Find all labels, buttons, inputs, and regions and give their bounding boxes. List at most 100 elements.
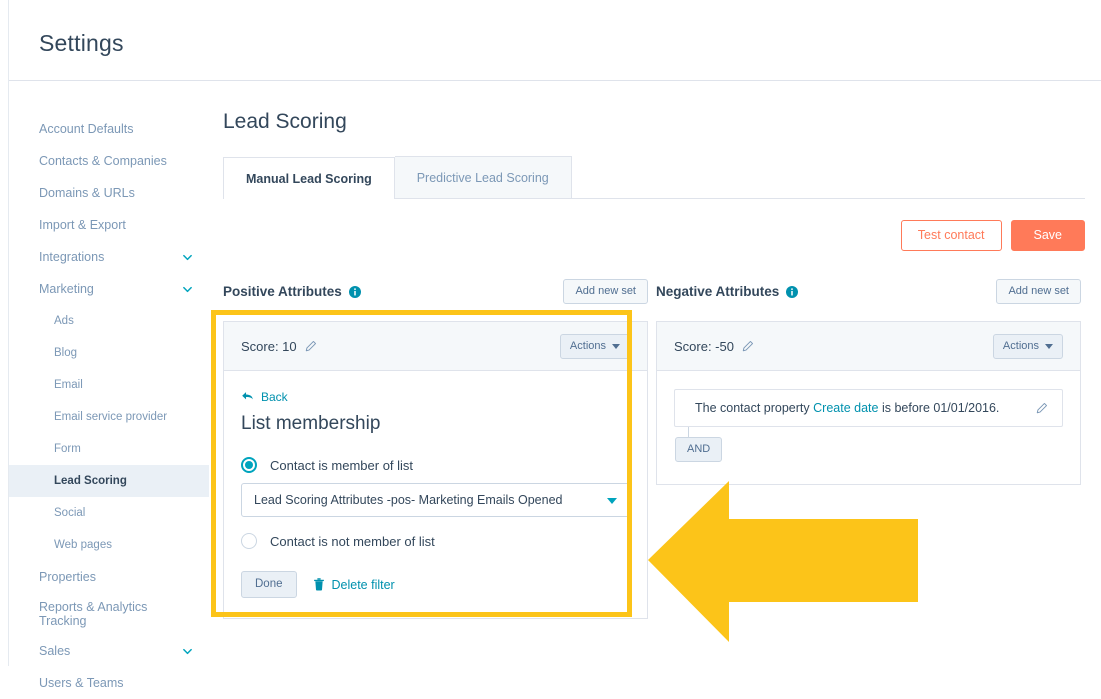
sidebar-item-contacts-companies[interactable]: Contacts & Companies	[9, 145, 209, 177]
chevron-down-icon[interactable]	[182, 284, 193, 295]
sidebar-item-account-defaults[interactable]: Account Defaults	[9, 113, 209, 145]
sidebar-item-label-line2: Tracking	[39, 614, 87, 628]
sidebar-item-label: Email service provider	[54, 411, 168, 423]
sidebar-item-properties[interactable]: Properties	[9, 561, 209, 593]
sidebar-item-label: Marketing	[39, 282, 94, 296]
list-select[interactable]: Lead Scoring Attributes -pos- Marketing …	[241, 483, 630, 517]
tab-bar: Manual Lead Scoring Predictive Lead Scor…	[223, 155, 1085, 199]
sidebar-item-label: Contacts & Companies	[39, 154, 167, 168]
negative-filter-row[interactable]: The contact property Create date is befo…	[674, 389, 1063, 427]
settings-app-frame: Settings Account Defaults Contacts & Comp…	[8, 0, 1101, 690]
test-contact-button[interactable]: Test contact	[900, 220, 1002, 251]
edit-pencil-icon[interactable]	[1035, 402, 1048, 415]
sidebar-item-ads[interactable]: Ads	[9, 305, 209, 337]
sidebar-item-marketing[interactable]: Marketing	[9, 273, 209, 305]
sidebar-item-sales[interactable]: Sales	[9, 635, 209, 667]
radio-selected-icon	[241, 457, 257, 473]
negative-card-body: The contact property Create date is befo…	[657, 371, 1080, 484]
negative-add-new-set-button[interactable]: Add new set	[996, 278, 1081, 304]
sidebar-item-domains-urls[interactable]: Domains & URLs	[9, 177, 209, 209]
sidebar-item-label: Properties	[39, 570, 96, 584]
info-icon[interactable]	[348, 285, 361, 298]
sidebar-item-lead-scoring[interactable]: Lead Scoring	[9, 465, 209, 497]
and-connector: AND	[674, 427, 1063, 462]
back-link-label: Back	[261, 389, 288, 404]
negative-score-label: Score: -50	[674, 338, 734, 354]
back-arrow-icon	[241, 391, 254, 402]
positive-attributes-header: Positive Attributes Add new set	[223, 277, 648, 305]
sidebar-item-label: Social	[54, 507, 86, 519]
sidebar-item-form[interactable]: Form	[9, 433, 209, 465]
radio-unselected-icon	[241, 533, 257, 549]
page-header-title: Settings	[39, 30, 124, 56]
tab-manual-lead-scoring[interactable]: Manual Lead Scoring	[223, 157, 395, 199]
sidebar-item-email[interactable]: Email	[9, 369, 209, 401]
negative-actions-label: Actions	[1002, 339, 1039, 352]
filter-suffix: is before 01/01/2016.	[881, 401, 1000, 415]
settings-sidebar: Account Defaults Contacts & Companies Doma…	[9, 81, 209, 690]
edit-pencil-icon[interactable]	[304, 340, 317, 353]
sidebar-item-label: Domains & URLs	[39, 186, 135, 200]
positive-add-new-set-button[interactable]: Add new set	[563, 278, 648, 304]
radio-member-of-list-label: Contact is member of list	[270, 457, 414, 473]
sidebar-item-label: Account Defaults	[39, 122, 134, 136]
main-content: Lead Scoring Manual Lead Scoring Predict…	[209, 81, 1101, 666]
done-button[interactable]: Done	[241, 571, 297, 598]
radio-member-of-list[interactable]: Contact is member of list	[241, 457, 630, 473]
negative-attributes-header: Negative Attributes Add new set	[656, 277, 1081, 305]
list-select-value: Lead Scoring Attributes -pos- Marketing …	[254, 493, 563, 507]
positive-actions-button[interactable]: Actions	[559, 333, 630, 359]
sidebar-item-integrations[interactable]: Integrations	[9, 241, 209, 273]
sidebar-item-email-service-provider[interactable]: Email service provider	[9, 401, 209, 433]
positive-card-body: Back List membership Contact is member o…	[224, 371, 647, 618]
sidebar-item-users-teams[interactable]: Users & Teams	[9, 667, 209, 699]
sidebar-item-import-export[interactable]: Import & Export	[9, 209, 209, 241]
sidebar-item-label: Email	[54, 379, 83, 391]
sidebar-item-blog[interactable]: Blog	[9, 337, 209, 369]
chevron-down-icon	[1045, 343, 1053, 349]
edit-pencil-icon[interactable]	[741, 340, 754, 353]
sidebar-item-label: Web pages	[54, 539, 112, 551]
negative-card-header: Score: -50 Actions	[657, 322, 1080, 371]
delete-filter-link[interactable]: Delete filter	[313, 578, 395, 592]
filter-prefix: The contact property	[695, 401, 810, 415]
action-button-group: Test contact Save	[900, 220, 1085, 251]
save-button[interactable]: Save	[1010, 220, 1085, 251]
sidebar-item-label: Ads	[54, 315, 74, 327]
negative-actions-button[interactable]: Actions	[992, 333, 1063, 359]
sidebar-item-label: Form	[54, 443, 81, 455]
positive-card-header: Score: 10 Actions	[224, 322, 647, 371]
sidebar-item-label: Users & Teams	[39, 676, 124, 690]
info-icon[interactable]	[786, 285, 799, 298]
delete-filter-label: Delete filter	[331, 577, 395, 592]
page-title: Lead Scoring	[223, 110, 347, 133]
chevron-down-icon	[607, 498, 617, 504]
chevron-down-icon[interactable]	[182, 252, 193, 263]
chevron-down-icon[interactable]	[182, 646, 193, 657]
sidebar-item-label: Import & Export	[39, 218, 126, 232]
tab-predictive-lead-scoring[interactable]: Predictive Lead Scoring	[394, 156, 572, 198]
negative-attribute-card: Score: -50 Actions The contact property …	[656, 321, 1081, 485]
sidebar-item-web-pages[interactable]: Web pages	[9, 529, 209, 561]
negative-attributes-column: Negative Attributes Add new set Score: -…	[656, 277, 1081, 485]
trash-icon	[313, 578, 325, 591]
positive-attributes-column: Positive Attributes Add new set Score: 1…	[223, 277, 648, 619]
filter-heading: List membership	[241, 413, 381, 434]
radio-not-member-of-list[interactable]: Contact is not member of list	[241, 533, 630, 549]
filter-footer: Done Delete filter	[241, 571, 630, 598]
positive-attributes-title: Positive Attributes	[223, 283, 342, 299]
chevron-down-icon	[612, 343, 620, 349]
sidebar-item-label: Reports & Analytics Tracking	[39, 600, 193, 628]
positive-actions-label: Actions	[569, 339, 606, 352]
top-header: Settings	[9, 0, 1101, 81]
sidebar-item-label: Blog	[54, 347, 78, 359]
positive-attribute-card: Score: 10 Actions Back List membership C…	[223, 321, 648, 619]
and-button[interactable]: AND	[675, 437, 723, 462]
sidebar-item-social[interactable]: Social	[9, 497, 209, 529]
sidebar-item-reports-analytics[interactable]: Reports & Analytics Tracking	[9, 593, 209, 635]
back-link[interactable]: Back	[241, 390, 288, 404]
positive-score-label: Score: 10	[241, 338, 297, 354]
filter-property-link[interactable]: Create date	[813, 401, 878, 415]
sidebar-item-label: Integrations	[39, 250, 105, 264]
negative-attributes-title: Negative Attributes	[656, 283, 780, 299]
